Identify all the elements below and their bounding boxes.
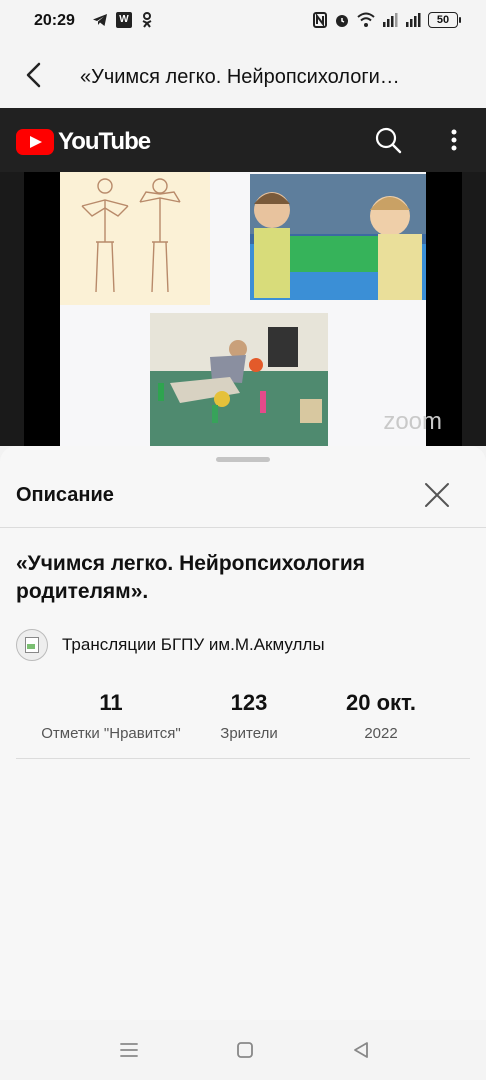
more-options-icon[interactable] bbox=[440, 124, 468, 156]
signal-icon-2 bbox=[406, 13, 421, 27]
youtube-logo[interactable]: YouTube bbox=[16, 128, 151, 156]
channel-row[interactable]: Трансляции БГПУ им.М.Акмуллы bbox=[16, 629, 325, 661]
youtube-wordmark: YouTube bbox=[58, 128, 151, 155]
signal-icon-1 bbox=[383, 13, 398, 27]
system-nav-bar bbox=[0, 1020, 486, 1080]
sheet-title: Описание bbox=[16, 484, 114, 506]
status-bar: 20:29 W 50 bbox=[0, 0, 486, 44]
back-triangle-icon[interactable] bbox=[350, 1040, 372, 1060]
alarm-icon bbox=[336, 15, 348, 27]
likes-count: 11 bbox=[99, 690, 123, 715]
exercise-illustration bbox=[60, 172, 210, 305]
telegram-icon bbox=[93, 14, 107, 26]
date-value: 20 окт. bbox=[346, 690, 416, 715]
search-icon[interactable] bbox=[372, 124, 404, 156]
therapy-photo bbox=[150, 313, 328, 446]
wifi-icon bbox=[357, 12, 375, 27]
likes-label: Отметки "Нравится" bbox=[41, 725, 181, 742]
children-photo bbox=[250, 174, 426, 300]
youtube-header: YouTube bbox=[0, 108, 486, 172]
video-stats: 11 Отметки "Нравится" 123 Зрители 20 окт… bbox=[16, 690, 470, 742]
video-frame: zoom bbox=[24, 172, 462, 446]
video-title: «Учимся легко. Нейропсихология родителям… bbox=[16, 552, 366, 603]
nfc-icon bbox=[313, 12, 327, 28]
divider bbox=[0, 527, 486, 528]
divider bbox=[16, 758, 470, 759]
zoom-watermark: zoom bbox=[383, 408, 442, 435]
status-system-icons: 50 bbox=[313, 12, 461, 28]
status-notification-icons: W bbox=[92, 12, 154, 28]
video-player[interactable]: zoom bbox=[0, 172, 486, 446]
youtube-play-icon bbox=[16, 129, 54, 155]
page-title: «Учимся легко. Нейропсихологи… bbox=[80, 66, 400, 88]
status-time: 20:29 bbox=[34, 12, 75, 29]
presentation-slide bbox=[60, 172, 426, 446]
recent-apps-icon[interactable] bbox=[118, 1040, 140, 1060]
sheet-drag-handle[interactable] bbox=[216, 457, 270, 462]
battery-icon: 50 bbox=[428, 12, 461, 28]
close-icon[interactable] bbox=[420, 478, 454, 512]
home-icon[interactable] bbox=[235, 1040, 255, 1060]
date-stat: 20 окт. 2022 bbox=[292, 690, 470, 742]
year-label: 2022 bbox=[364, 725, 398, 742]
description-sheet: Описание «Учимся легко. Нейропсихология … bbox=[0, 446, 486, 1026]
channel-name[interactable]: Трансляции БГПУ им.М.Акмуллы bbox=[62, 635, 325, 655]
channel-avatar[interactable] bbox=[16, 629, 48, 661]
app-header: «Учимся легко. Нейропсихологи… bbox=[0, 44, 486, 108]
views-label: Зрители bbox=[220, 725, 278, 742]
likes-stat: 11 Отметки "Нравится" bbox=[16, 690, 206, 742]
views-count: 123 bbox=[230, 690, 268, 715]
back-arrow-icon[interactable] bbox=[20, 60, 50, 90]
vk-icon: W bbox=[116, 12, 132, 28]
odnoklassniki-icon bbox=[142, 12, 152, 28]
views-stat: 123 Зрители bbox=[206, 690, 292, 742]
